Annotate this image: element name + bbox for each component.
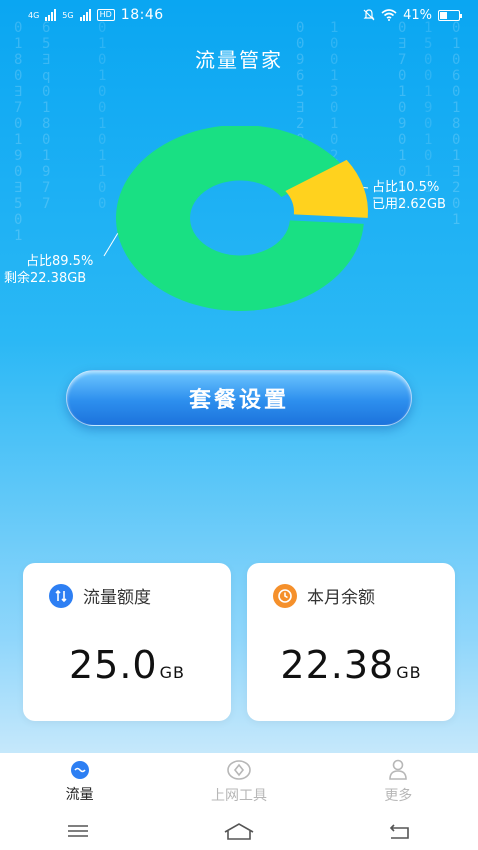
used-percent: 占比10.5% xyxy=(372,180,440,195)
remaining-value: 22.38 GB xyxy=(247,643,455,687)
menu-icon[interactable] xyxy=(66,823,90,839)
bottom-tab-bar: 流量 上网工具 更多 xyxy=(0,753,478,811)
home-icon[interactable] xyxy=(222,821,256,841)
signal-icon-2 xyxy=(79,9,91,21)
tab-traffic[interactable]: 流量 xyxy=(0,753,159,811)
remaining-amount: 剩余22.38GB xyxy=(4,271,87,286)
leader-line-remaining xyxy=(103,233,119,257)
status-bar: 4G 5G HD 18:46 41% xyxy=(0,0,478,30)
tab-tools[interactable]: 上网工具 xyxy=(159,753,318,811)
battery-icon xyxy=(438,9,462,21)
network-type-1: 4G xyxy=(28,10,40,20)
system-nav-bar xyxy=(0,811,478,850)
wifi-icon xyxy=(381,9,397,21)
hd-badge: HD xyxy=(96,9,115,21)
quota-number: 25.0 xyxy=(69,643,158,687)
pie-slice-remaining xyxy=(116,126,364,311)
tab-more[interactable]: 更多 xyxy=(319,753,478,811)
remaining-unit: GB xyxy=(396,663,422,682)
user-icon xyxy=(389,759,408,780)
battery-percent: 41% xyxy=(403,7,432,23)
quota-icon xyxy=(49,583,73,608)
usage-chart: 占比10.5% 已用2.62GB 占比89.5% 剩余22.38GB xyxy=(0,126,478,326)
network-type-2: 5G xyxy=(62,10,74,20)
tab-tools-label: 上网工具 xyxy=(210,788,267,804)
tab-traffic-label: 流量 xyxy=(65,787,94,803)
donut-chart xyxy=(103,126,369,311)
traffic-tab-icon xyxy=(70,761,89,779)
tab-more-label: 更多 xyxy=(384,788,413,804)
remaining-card-label: 本月余额 xyxy=(307,588,375,608)
mute-icon xyxy=(363,9,375,21)
used-amount: 已用2.62GB xyxy=(372,197,446,212)
remaining-number: 22.38 xyxy=(280,643,395,687)
eye-icon xyxy=(227,760,251,780)
clock: 18:46 xyxy=(120,7,164,23)
remaining-percent: 占比89.5% xyxy=(26,254,94,269)
quota-card: 流量额度 25.0 GB xyxy=(23,563,231,721)
remaining-label: 占比89.5% 剩余22.38GB xyxy=(4,253,93,287)
used-label: 占比10.5% 已用2.62GB xyxy=(372,179,446,213)
quota-label: 流量额度 xyxy=(83,588,151,608)
page-title: 流量管家 xyxy=(195,48,283,72)
quota-value: 25.0 GB xyxy=(23,643,231,687)
clock-icon xyxy=(273,583,297,608)
plan-settings-button[interactable]: 套餐设置 xyxy=(66,370,412,426)
remaining-card: 本月余额 22.38 GB xyxy=(247,563,455,721)
back-icon[interactable] xyxy=(388,822,412,840)
quota-unit: GB xyxy=(159,663,185,682)
signal-icon xyxy=(45,9,57,21)
